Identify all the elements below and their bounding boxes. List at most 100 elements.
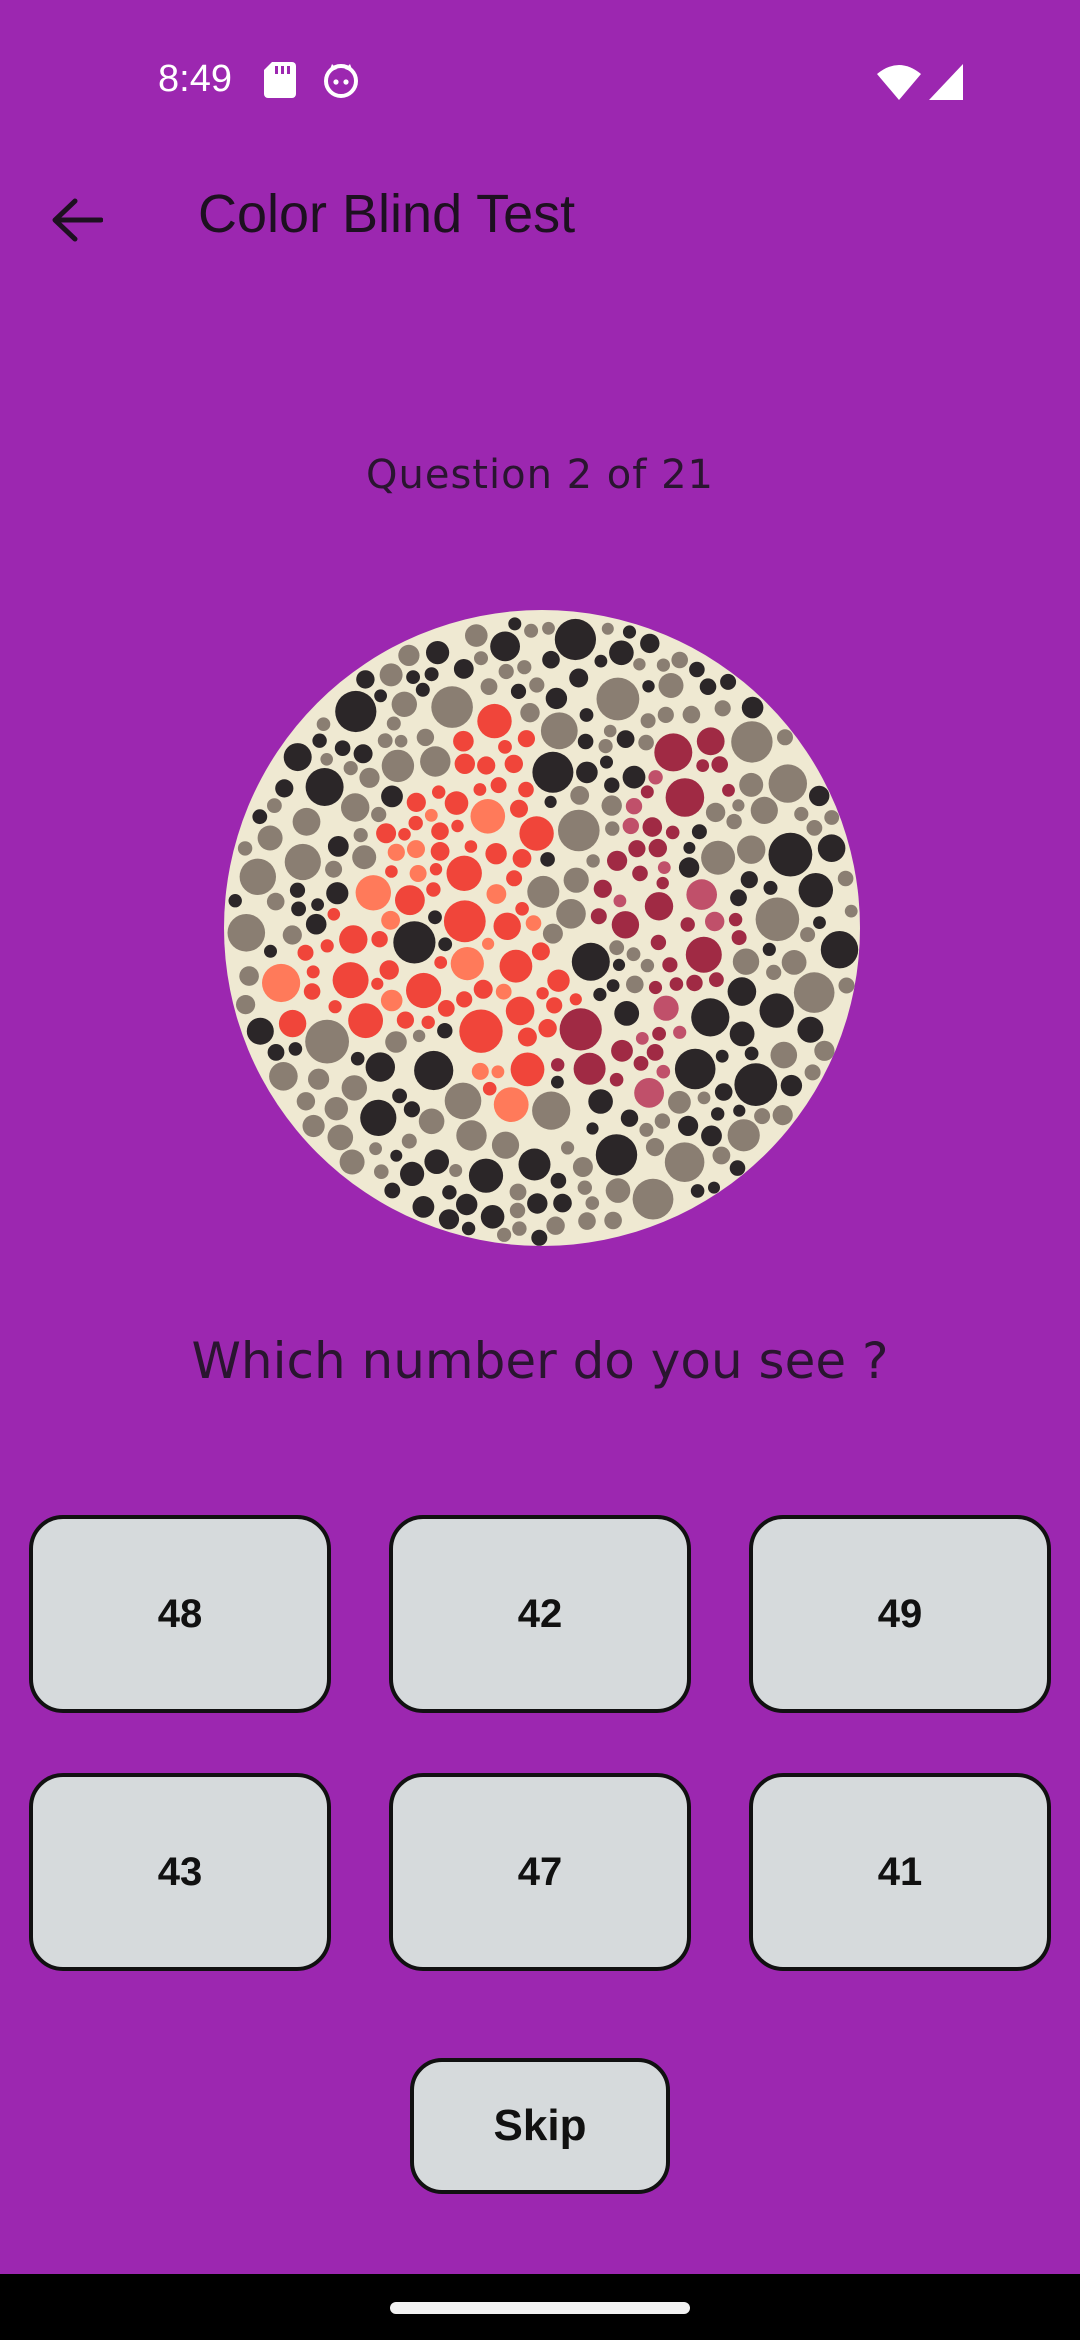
plate-dot — [793, 972, 835, 1013]
plate-dot — [451, 819, 464, 833]
plate-dot — [813, 916, 826, 929]
plate-dot — [711, 1107, 725, 1121]
plate-dot — [588, 1089, 613, 1114]
plate-dot — [554, 618, 596, 661]
answer-option-2[interactable]: 42 — [389, 1515, 691, 1713]
plate-dot — [391, 691, 417, 717]
plate-dot — [480, 1205, 505, 1229]
plate-dot — [527, 875, 560, 908]
plate-dot — [506, 870, 523, 887]
plate-dot — [408, 815, 423, 831]
answer-option-6[interactable]: 41 — [749, 1773, 1051, 1971]
cat-face-icon — [323, 62, 359, 102]
plate-dot — [696, 759, 710, 772]
plate-dot — [711, 756, 728, 773]
plate-dot — [648, 770, 663, 785]
plate-dot — [708, 1181, 720, 1194]
plate-dot — [640, 958, 655, 973]
answer-option-5[interactable]: 47 — [389, 1773, 691, 1971]
plate-dot — [283, 743, 312, 772]
plate-dot — [656, 658, 670, 672]
plate-dot — [754, 1108, 771, 1125]
plate-dot — [837, 870, 854, 887]
home-gesture-handle[interactable] — [390, 2302, 690, 2314]
plate-dot — [626, 975, 644, 994]
plate-dot — [780, 1074, 803, 1097]
answer-option-4[interactable]: 43 — [29, 1773, 331, 1971]
plate-dot — [731, 721, 773, 763]
plate-dot — [650, 934, 667, 951]
plate-dot — [606, 979, 620, 992]
plate-dot — [540, 852, 555, 867]
plate-dot — [632, 1178, 674, 1220]
plate-dot — [532, 751, 574, 793]
cell-signal-icon — [929, 64, 963, 104]
plate-dot — [532, 1091, 571, 1130]
plate-dot — [311, 898, 324, 911]
plate-dot — [658, 673, 684, 698]
plate-dot — [611, 911, 640, 939]
plate-dot — [524, 623, 539, 638]
plate-dot — [228, 894, 242, 908]
plate-dot — [728, 912, 743, 927]
plate-dot — [257, 825, 283, 851]
plate-dot — [360, 1099, 397, 1136]
plate-dot — [401, 1133, 417, 1149]
plate-dot — [326, 882, 349, 905]
plate-dot — [542, 650, 560, 669]
plate-dot — [474, 651, 488, 666]
plate-dot — [498, 740, 512, 754]
plate-dot — [334, 740, 351, 756]
sd-card-icon — [264, 62, 296, 102]
skip-button[interactable]: Skip — [410, 2058, 670, 2194]
arrow-back-icon — [51, 198, 104, 246]
plate-dot — [777, 729, 793, 746]
plate-dot — [593, 987, 607, 1002]
plate-dot — [508, 617, 522, 631]
plate-dot — [517, 660, 532, 675]
answer-option-1[interactable]: 48 — [29, 1515, 331, 1713]
plate-dot — [546, 1216, 565, 1235]
plate-dot — [561, 1141, 575, 1155]
plate-dot — [302, 1114, 325, 1138]
plate-dot — [470, 799, 506, 834]
plate-dot — [527, 1193, 548, 1214]
plate-dot — [320, 939, 334, 953]
plate-dot — [662, 957, 678, 973]
plate-dot — [374, 1164, 389, 1179]
plate-dot — [519, 816, 554, 851]
plate-dot — [306, 965, 320, 979]
plate-dot — [538, 1019, 557, 1038]
plate-dot — [547, 969, 570, 992]
plate-dot — [499, 949, 533, 983]
plate-dot — [668, 1090, 691, 1114]
plate-dot — [699, 678, 717, 695]
plate-dot — [645, 1138, 665, 1157]
plate-dot — [412, 1196, 435, 1218]
plate-dot — [648, 980, 663, 995]
plate-dot — [613, 894, 627, 908]
plate-dot — [632, 865, 648, 882]
plate-dot — [350, 1051, 365, 1066]
plate-dot — [739, 772, 764, 797]
plate-dot — [553, 1193, 572, 1213]
plate-dot — [685, 936, 722, 973]
plate-dot — [512, 849, 532, 868]
plate-dot — [381, 749, 415, 783]
plate-dot — [267, 798, 282, 813]
plate-dot — [465, 624, 488, 647]
plate-dot — [838, 977, 855, 994]
plate-dot — [612, 958, 626, 971]
plate-dot — [544, 795, 557, 808]
back-button[interactable] — [40, 185, 114, 259]
plate-dot — [600, 755, 613, 769]
plate-dot — [239, 858, 276, 895]
plate-dot — [296, 1092, 316, 1111]
plate-dot — [398, 644, 420, 666]
plate-dot — [332, 962, 369, 999]
plate-dot — [308, 1068, 330, 1090]
plate-dot — [482, 1081, 497, 1096]
plate-dot — [620, 1109, 639, 1127]
answer-option-3[interactable]: 49 — [749, 1515, 1051, 1713]
plate-dot — [365, 1052, 395, 1082]
